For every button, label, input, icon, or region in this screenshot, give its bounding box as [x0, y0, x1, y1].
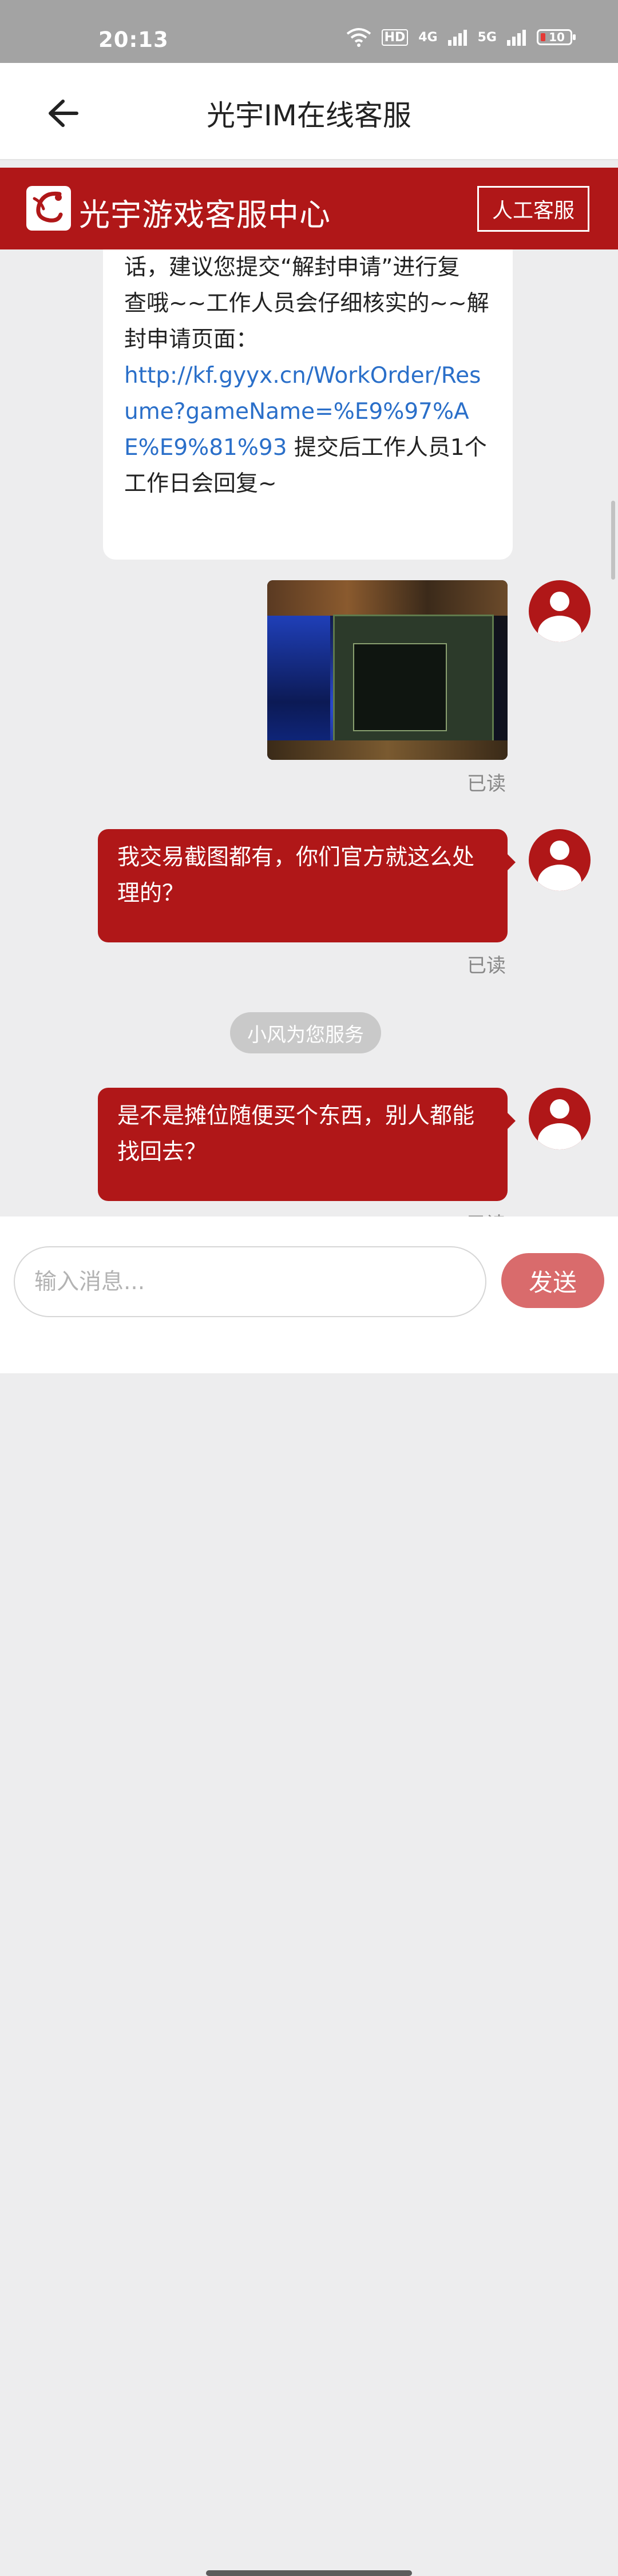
message-input-bar: 发送: [0, 1216, 618, 2576]
chat-area[interactable]: 话，建议您提交“解封申请”进行复 查哦~~工作人员会仔细核实的~~解封申请页面：…: [0, 249, 618, 1216]
agent-message-partial-line: 话，建议您提交“解封申请”进行复: [124, 255, 460, 280]
message-input[interactable]: [14, 1246, 486, 1317]
home-indicator[interactable]: [206, 2570, 412, 2576]
service-center-banner: 光宇游戏客服中心 人工客服: [0, 168, 618, 249]
status-time: 20:13: [98, 27, 169, 52]
battery-level: 10: [549, 30, 565, 44]
signal-icon-1: [447, 30, 467, 46]
user-avatar: [529, 1088, 591, 1150]
banner-title: 光宇游戏客服中心: [79, 197, 331, 233]
send-button[interactable]: 发送: [501, 1253, 604, 1308]
network-5g-label: 5G: [477, 30, 497, 45]
signal-icon-2: [507, 30, 526, 46]
hd-badge: HD: [381, 29, 409, 46]
user-message-bubble: 我交易截图都有，你们官方就这么处理的？: [98, 829, 516, 942]
read-receipt: 已读: [467, 772, 506, 795]
user-message-text: 是不是摊位随便买个东西，别人都能找回去？: [117, 1103, 475, 1165]
agent-message-bubble: 话，建议您提交“解封申请”进行复 查哦~~工作人员会仔细核实的~~解封申请页面：…: [103, 249, 513, 560]
read-receipt: 已读: [467, 954, 506, 977]
game-screenshot-image[interactable]: [267, 580, 508, 760]
gyyx-logo-icon: [26, 186, 71, 231]
user-avatar: [529, 580, 591, 642]
agent-message-text: 查哦~~工作人员会仔细核实的~~解封申请页面：: [124, 291, 489, 352]
user-message-bubble: 是不是摊位随便买个东西，别人都能找回去？: [98, 1088, 516, 1201]
status-bar: 20:13 HD 4G 5G 10: [0, 0, 618, 63]
network-4g-label: 4G: [418, 30, 438, 45]
read-receipt: 已读: [467, 1208, 506, 1216]
service-notice: 小风为您服务: [230, 1012, 381, 1053]
user-avatar: [529, 829, 591, 891]
user-message-text: 我交易截图都有，你们官方就这么处理的？: [117, 845, 475, 906]
app-header: 光宇IM在线客服: [0, 63, 618, 160]
status-icons: HD 4G 5G 10: [346, 27, 576, 47]
battery-icon: 10: [537, 29, 576, 45]
wifi-icon: [346, 28, 371, 47]
page-title: 光宇IM在线客服: [207, 99, 411, 132]
chat-scrollbar[interactable]: [611, 501, 615, 580]
human-service-button[interactable]: 人工客服: [477, 186, 589, 232]
